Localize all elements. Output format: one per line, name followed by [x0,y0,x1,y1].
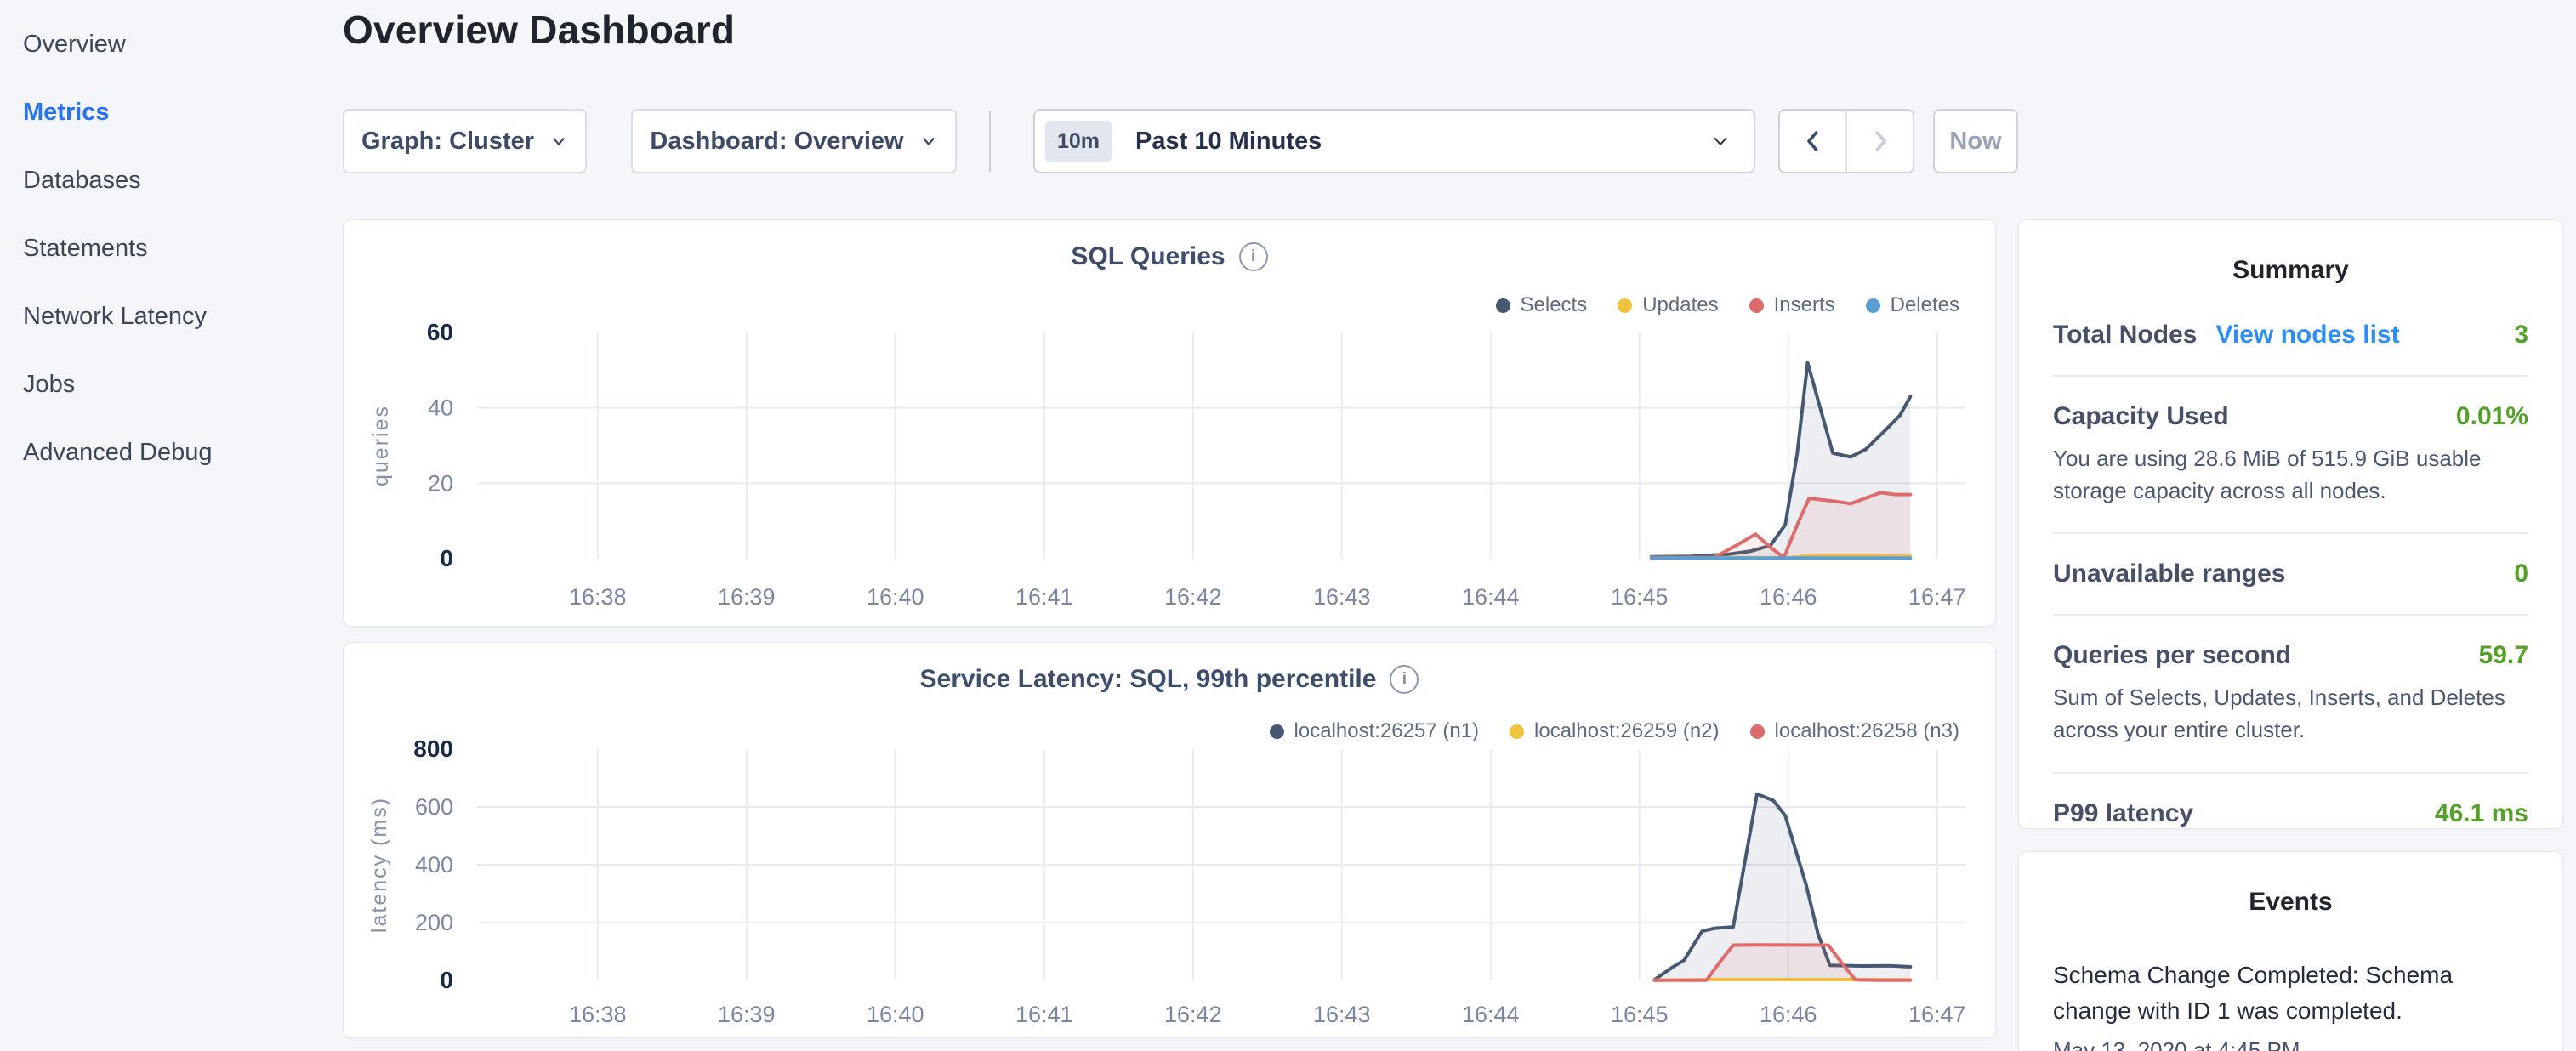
summary-row-capacity-used: Capacity Used 0.01% You are using 28.6 MiB… [2053,402,2528,507]
chevron-down-icon [549,132,568,151]
time-range-badge: 10m [1045,121,1112,162]
sidebar-item-statements[interactable]: Statements [0,214,333,282]
controls-bar: Graph: Cluster Dashboard: Overview 10m P… [343,109,2018,173]
summary-row-value: 0 [2514,560,2528,588]
chart-plot-area[interactable]: 0 20 40 60 16:38 16:39 16:40 16:41 16:42 16:43 16:… [344,220,1995,626]
service-latency-chart-card: Service Latency: SQL, 99th percentileilo… [343,642,1996,1038]
svg-text:16:40: 16:40 [867,1002,924,1027]
svg-text:16:41: 16:41 [1015,584,1073,610]
svg-text:16:41: 16:41 [1015,1002,1073,1027]
summary-row-p99-latency: P99 latency 46.1 ms [2053,799,2528,828]
sidebar-item-jobs[interactable]: Jobs [0,350,333,418]
svg-text:16:40: 16:40 [867,584,924,610]
svg-text:16:47: 16:47 [1908,1002,1966,1027]
sidebar-item-network-latency[interactable]: Network Latency [0,282,333,350]
summary-row-label: P99 latency [2053,799,2193,828]
summary-row-value: 0.01% [2456,402,2528,431]
events-card: Events Schema Change Completed: Schema c… [2018,851,2563,1051]
svg-text:16:44: 16:44 [1462,584,1520,610]
svg-text:16:42: 16:42 [1164,584,1222,610]
svg-text:16:39: 16:39 [718,1002,776,1027]
svg-text:16:46: 16:46 [1760,1002,1817,1027]
event-timestamp: May 13, 2020 at 4:45 PM [2053,1037,2528,1051]
svg-text:40: 40 [428,395,453,421]
time-range-picker[interactable]: 10m Past 10 Minutes [1033,109,1755,173]
svg-text:16:43: 16:43 [1313,1002,1371,1027]
summary-divider [2053,532,2528,534]
summary-row-unavailable-ranges: Unavailable ranges 0 [2053,560,2528,588]
summary-rows: Total Nodes View nodes list 3 Capacity Used… [2053,321,2528,828]
svg-text:20: 20 [428,470,453,496]
svg-text:queries: queries [369,405,393,486]
time-range-label: Past 10 Minutes [1135,128,1709,156]
svg-text:16:47: 16:47 [1908,584,1966,610]
summary-card: Summary Total Nodes View nodes list 3 Capac… [2018,219,2563,829]
svg-text:16:45: 16:45 [1611,584,1669,610]
time-pager [1778,109,1914,173]
chart-plot-area[interactable]: 0 200 400 600 800 16:38 16:39 16:40 16:41 16:42 16… [344,643,1995,1037]
graph-scope-dropdown-label: Graph: Cluster [361,128,534,156]
summary-row-value: 3 [2514,321,2528,349]
svg-text:800: 800 [413,736,453,762]
summary-row-label: Unavailable ranges [2053,560,2285,588]
summary-divider [2053,772,2528,774]
summary-row-value: 46.1 ms [2435,799,2528,828]
sidebar-item-databases[interactable]: Databases [0,146,333,214]
summary-row-queries-per-second: Queries per second 59.7 Sum of Selects, Up… [2053,641,2528,746]
chevron-down-icon [1709,130,1732,152]
svg-text:16:39: 16:39 [718,584,776,610]
prev-range-button[interactable] [1780,111,1847,172]
dashboard-dropdown[interactable]: Dashboard: Overview [631,109,957,173]
event-message: Schema Change Completed: Schema change w… [2053,957,2482,1029]
dashboard-dropdown-label: Dashboard: Overview [650,128,903,156]
svg-text:16:44: 16:44 [1462,1002,1520,1027]
summary-row-label: Total Nodes [2053,321,2197,349]
svg-text:16:42: 16:42 [1164,1002,1222,1027]
sidebar-item-advanced-debug[interactable]: Advanced Debug [0,418,333,486]
summary-row-label: Queries per second [2053,641,2291,670]
page-title: Overview Dashboard [343,7,735,53]
summary-row-total-nodes: Total Nodes View nodes list 3 [2053,321,2528,349]
summary-row-description: Sum of Selects, Updates, Inserts, and De… [2053,682,2528,746]
summary-title: Summary [2053,220,2528,285]
event-list-item[interactable]: Schema Change Completed: Schema change w… [2053,957,2528,1051]
sidebar-item-metrics[interactable]: Metrics [0,78,333,146]
controls-divider [989,111,991,172]
summary-row-description: You are using 28.6 MiB of 515.9 GiB usab… [2053,443,2528,507]
main-content: Overview Dashboard Graph: Cluster Dashbo… [343,0,1994,1051]
chevron-down-icon [919,132,938,151]
chevron-right-icon [1866,127,1895,156]
svg-text:16:38: 16:38 [569,584,627,610]
sidebar-item-overview[interactable]: Overview [0,10,333,78]
events-title: Events [2053,852,2528,917]
svg-text:600: 600 [415,794,453,820]
svg-text:400: 400 [415,852,453,878]
svg-text:200: 200 [415,910,453,935]
svg-text:0: 0 [440,967,453,993]
summary-row-label: Capacity Used [2053,402,2229,431]
svg-text:16:43: 16:43 [1313,584,1371,610]
sql-queries-chart-card: SQL QueriesiSelectsUpdatesInsertsDeletes… [343,219,1996,627]
summary-row-value: 59.7 [2479,641,2528,670]
svg-text:16:45: 16:45 [1611,1002,1669,1027]
svg-text:latency (ms): latency (ms) [367,797,391,933]
sidebar: Overview Metrics Databases Statements Ne… [0,0,333,486]
right-rail: Summary Total Nodes View nodes list 3 Capac… [2018,219,2563,1051]
svg-text:16:46: 16:46 [1760,584,1817,610]
summary-divider [2053,375,2528,377]
app-root: Overview Metrics Databases Statements Ne… [0,0,2576,1051]
svg-text:60: 60 [427,319,453,345]
chevron-left-icon [1799,127,1828,156]
summary-divider [2053,614,2528,616]
svg-text:0: 0 [440,545,453,571]
next-range-button[interactable] [1847,111,1913,172]
now-button[interactable]: Now [1933,109,2018,173]
svg-text:16:38: 16:38 [569,1002,627,1027]
view-nodes-list-link[interactable]: View nodes list [2215,321,2399,349]
graph-scope-dropdown[interactable]: Graph: Cluster [343,109,587,173]
